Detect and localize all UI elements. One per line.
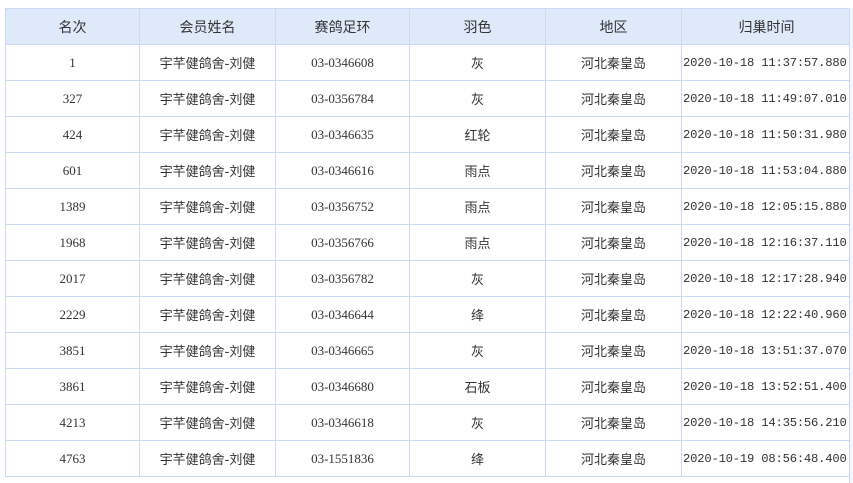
cell-feather-color: 绛: [409, 440, 546, 477]
cell-feather-color: 红轮: [409, 116, 546, 153]
cell-ring-number: 03-0346665: [275, 332, 410, 369]
race-results-table: 名次 会员姓名 赛鸽足环 羽色 地区 归巢时间 1 宇芊健鸽舍-刘健 03-03…: [5, 8, 852, 477]
cell-ring-number: 03-0346608: [275, 44, 410, 81]
table-row: 4213 宇芊健鸽舍-刘健 03-0346618 灰 河北秦皇岛 2020-10…: [5, 404, 852, 441]
cell-member-name: 宇芊健鸽舍-刘健: [139, 440, 276, 477]
cell-region: 河北秦皇岛: [545, 152, 682, 189]
cell-region: 河北秦皇岛: [545, 296, 682, 333]
cell-member-name: 宇芊健鸽舍-刘健: [139, 332, 276, 369]
cell-return-time: 2020-10-18 12:16:37.110: [681, 224, 852, 261]
cell-feather-color: 灰: [409, 80, 546, 117]
header-region: 地区: [545, 8, 682, 45]
cell-ring-number: 03-0346616: [275, 152, 410, 189]
table-header: 名次 会员姓名 赛鸽足环 羽色 地区 归巢时间: [5, 8, 852, 45]
cell-return-time: 2020-10-18 13:52:51.400: [681, 368, 852, 405]
cell-rank: 601: [5, 152, 140, 189]
cell-rank: 1: [5, 44, 140, 81]
table-row: 424 宇芊健鸽舍-刘健 03-0346635 红轮 河北秦皇岛 2020-10…: [5, 116, 852, 153]
cell-region: 河北秦皇岛: [545, 368, 682, 405]
cell-region: 河北秦皇岛: [545, 188, 682, 225]
cell-region: 河北秦皇岛: [545, 44, 682, 81]
header-feather-color: 羽色: [409, 8, 546, 45]
cell-return-time: 2020-10-18 11:37:57.880: [681, 44, 852, 81]
cell-ring-number: 03-0346644: [275, 296, 410, 333]
cell-return-time: 2020-10-18 12:22:40.960: [681, 296, 852, 333]
cell-member-name: 宇芊健鸽舍-刘健: [139, 152, 276, 189]
cell-ring-number: 03-1551836: [275, 440, 410, 477]
cell-return-time: 2020-10-18 12:17:28.940: [681, 260, 852, 297]
table-row: 327 宇芊健鸽舍-刘健 03-0356784 灰 河北秦皇岛 2020-10-…: [5, 80, 852, 117]
table-row: 3851 宇芊健鸽舍-刘健 03-0346665 灰 河北秦皇岛 2020-10…: [5, 332, 852, 369]
cell-member-name: 宇芊健鸽舍-刘健: [139, 260, 276, 297]
cell-ring-number: 03-0356766: [275, 224, 410, 261]
cell-rank: 4763: [5, 440, 140, 477]
cell-ring-number: 03-0356752: [275, 188, 410, 225]
cell-rank: 1389: [5, 188, 140, 225]
cell-rank: 3861: [5, 368, 140, 405]
header-ring-number: 赛鸽足环: [275, 8, 410, 45]
cell-member-name: 宇芊健鸽舍-刘健: [139, 116, 276, 153]
cell-feather-color: 灰: [409, 44, 546, 81]
cell-member-name: 宇芊健鸽舍-刘健: [139, 296, 276, 333]
cell-feather-color: 雨点: [409, 188, 546, 225]
cell-feather-color: 石板: [409, 368, 546, 405]
table-row: 2017 宇芊健鸽舍-刘健 03-0356782 灰 河北秦皇岛 2020-10…: [5, 260, 852, 297]
cell-feather-color: 雨点: [409, 224, 546, 261]
cell-member-name: 宇芊健鸽舍-刘健: [139, 368, 276, 405]
header-row: 名次 会员姓名 赛鸽足环 羽色 地区 归巢时间: [5, 8, 852, 45]
table-row: 4763 宇芊健鸽舍-刘健 03-1551836 绛 河北秦皇岛 2020-10…: [5, 440, 852, 477]
cell-rank: 3851: [5, 332, 140, 369]
cell-rank: 2229: [5, 296, 140, 333]
cell-return-time: 2020-10-18 11:49:07.010: [681, 80, 852, 117]
cell-region: 河北秦皇岛: [545, 332, 682, 369]
cell-ring-number: 03-0356784: [275, 80, 410, 117]
cell-feather-color: 灰: [409, 332, 546, 369]
cell-ring-number: 03-0346618: [275, 404, 410, 441]
table-body: 1 宇芊健鸽舍-刘健 03-0346608 灰 河北秦皇岛 2020-10-18…: [5, 44, 852, 477]
cell-region: 河北秦皇岛: [545, 80, 682, 117]
cell-member-name: 宇芊健鸽舍-刘健: [139, 224, 276, 261]
cell-return-time: 2020-10-18 13:51:37.070: [681, 332, 852, 369]
cell-feather-color: 雨点: [409, 152, 546, 189]
header-rank: 名次: [5, 8, 140, 45]
cell-rank: 327: [5, 80, 140, 117]
cell-member-name: 宇芊健鸽舍-刘健: [139, 404, 276, 441]
header-return-time: 归巢时间: [681, 8, 852, 45]
cell-return-time: 2020-10-18 11:53:04.880: [681, 152, 852, 189]
cell-region: 河北秦皇岛: [545, 260, 682, 297]
cell-rank: 424: [5, 116, 140, 153]
cell-feather-color: 灰: [409, 260, 546, 297]
table-row: 1968 宇芊健鸽舍-刘健 03-0356766 雨点 河北秦皇岛 2020-1…: [5, 224, 852, 261]
table-row: 601 宇芊健鸽舍-刘健 03-0346616 雨点 河北秦皇岛 2020-10…: [5, 152, 852, 189]
cell-rank: 1968: [5, 224, 140, 261]
cell-feather-color: 灰: [409, 404, 546, 441]
cell-member-name: 宇芊健鸽舍-刘健: [139, 80, 276, 117]
cell-ring-number: 03-0346635: [275, 116, 410, 153]
table-right-edge: [849, 8, 853, 483]
cell-rank: 2017: [5, 260, 140, 297]
cell-feather-color: 绛: [409, 296, 546, 333]
table-row: 1 宇芊健鸽舍-刘健 03-0346608 灰 河北秦皇岛 2020-10-18…: [5, 44, 852, 81]
table-row: 3861 宇芊健鸽舍-刘健 03-0346680 石板 河北秦皇岛 2020-1…: [5, 368, 852, 405]
table-row: 1389 宇芊健鸽舍-刘健 03-0356752 雨点 河北秦皇岛 2020-1…: [5, 188, 852, 225]
cell-return-time: 2020-10-18 14:35:56.210: [681, 404, 852, 441]
cell-return-time: 2020-10-18 11:50:31.980: [681, 116, 852, 153]
cell-region: 河北秦皇岛: [545, 404, 682, 441]
cell-ring-number: 03-0356782: [275, 260, 410, 297]
cell-ring-number: 03-0346680: [275, 368, 410, 405]
cell-region: 河北秦皇岛: [545, 224, 682, 261]
table-row: 2229 宇芊健鸽舍-刘健 03-0346644 绛 河北秦皇岛 2020-10…: [5, 296, 852, 333]
cell-member-name: 宇芊健鸽舍-刘健: [139, 188, 276, 225]
cell-region: 河北秦皇岛: [545, 440, 682, 477]
cell-return-time: 2020-10-18 12:05:15.880: [681, 188, 852, 225]
cell-rank: 4213: [5, 404, 140, 441]
header-member-name: 会员姓名: [139, 8, 276, 45]
cell-member-name: 宇芊健鸽舍-刘健: [139, 44, 276, 81]
cell-return-time: 2020-10-19 08:56:48.400: [681, 440, 852, 477]
cell-region: 河北秦皇岛: [545, 116, 682, 153]
